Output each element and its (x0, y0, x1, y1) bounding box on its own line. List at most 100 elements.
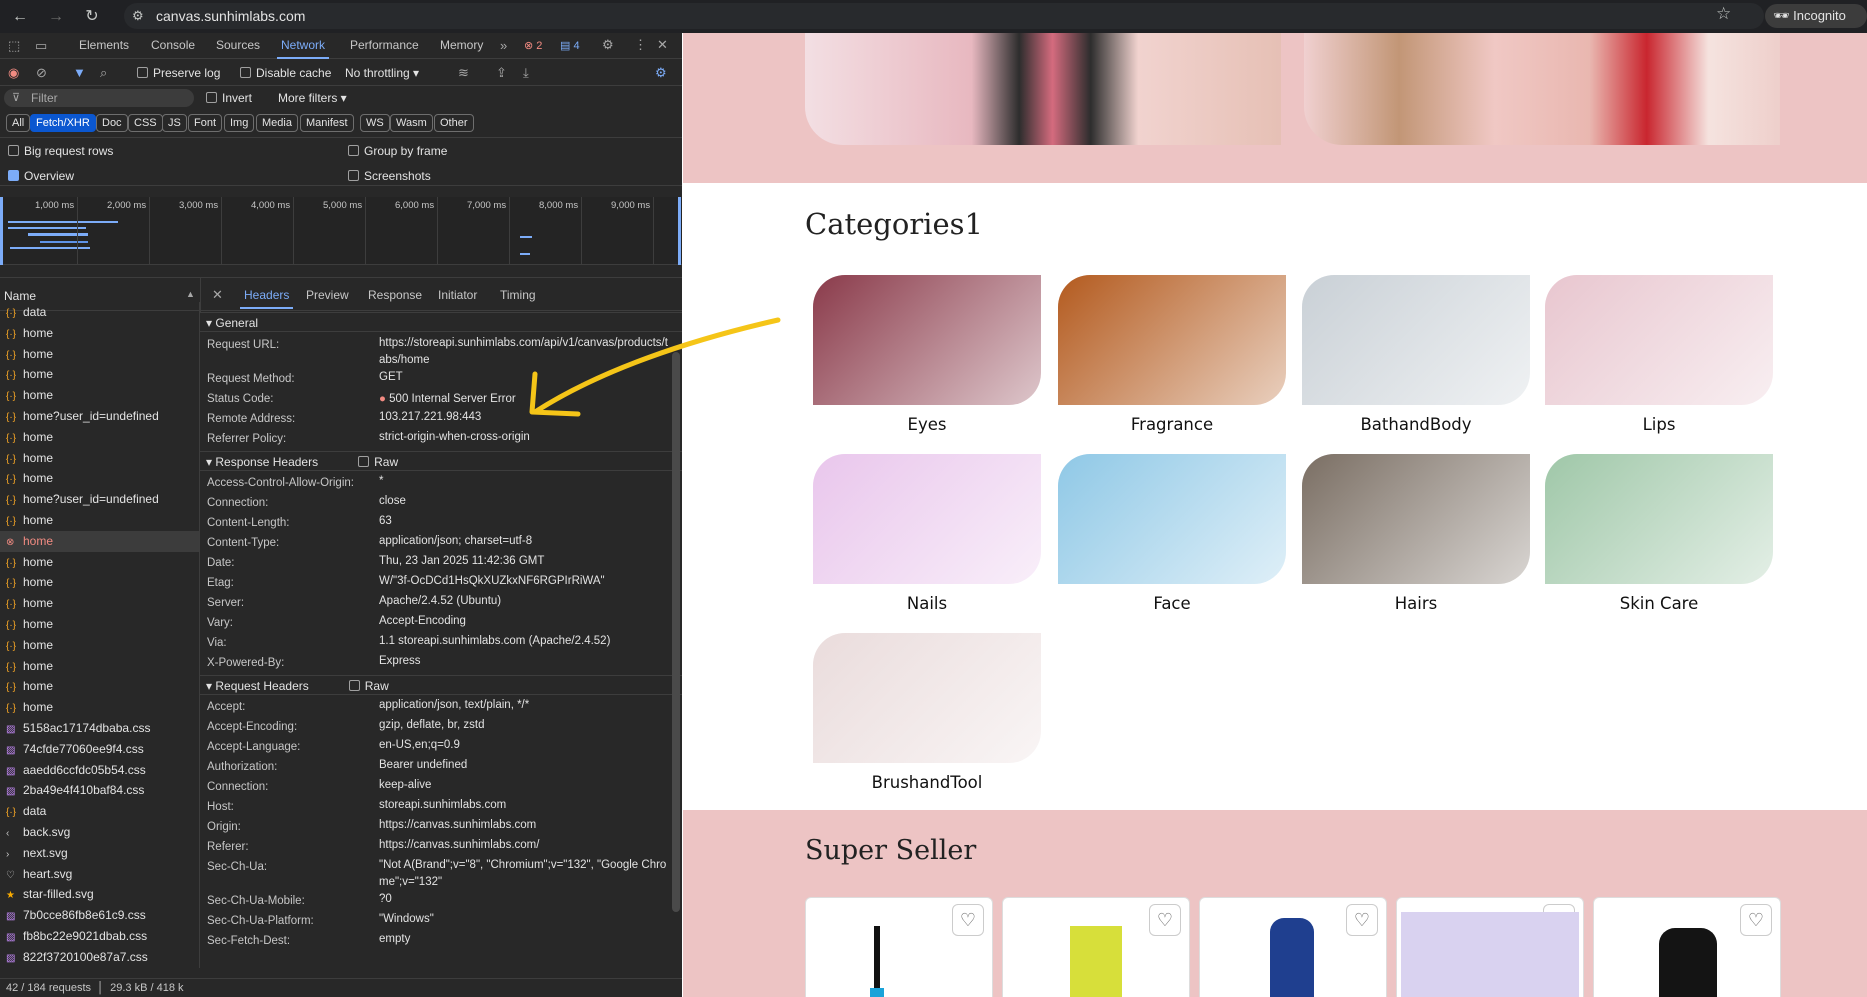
header-value[interactable]: Bearer undefined (379, 757, 669, 777)
header-value[interactable]: close (379, 493, 669, 513)
request-row[interactable]: ▨ 5158ac17174dbaba.css (0, 718, 199, 739)
more-filters-dropdown[interactable]: More filters ▾ (278, 91, 347, 105)
banner-image-blush[interactable] (805, 33, 1281, 145)
checkbox[interactable] (348, 170, 359, 181)
checkbox[interactable] (8, 170, 19, 181)
header-value[interactable]: Express (379, 653, 669, 673)
header-value[interactable]: ?0 (379, 891, 669, 911)
general-section-header[interactable]: ▾ General (200, 312, 682, 332)
clear-icon[interactable]: ⊘ (36, 66, 47, 80)
request-row[interactable]: {·} data (0, 302, 199, 323)
checkbox[interactable] (137, 67, 148, 78)
header-value[interactable]: "Windows" (379, 911, 669, 931)
header-value[interactable]: en-US,en;q=0.9 (379, 737, 669, 757)
header-value[interactable]: W/"3f-OcDCd1HsQkXUZkxNF6RGPIrRiWA" (379, 573, 669, 593)
header-value[interactable]: 1.1 storeapi.sunhimlabs.com (Apache/2.4.… (379, 633, 669, 653)
category-card-lips[interactable]: Lips (1545, 275, 1773, 434)
header-value[interactable]: GET (379, 369, 669, 389)
product-card[interactable]: ♡ (1593, 897, 1781, 997)
header-value[interactable]: https://storeapi.sunhimlabs.com/api/v1/c… (379, 335, 669, 369)
group-by-frame-checkbox[interactable]: Group by frame (348, 144, 447, 158)
request-headers-section-header[interactable]: ▾ Request Headers Raw (200, 675, 682, 695)
type-filter-img[interactable]: Img (224, 114, 255, 132)
category-image[interactable] (1058, 454, 1286, 584)
import-har-icon[interactable]: ⇪ (496, 66, 507, 80)
header-value[interactable]: Thu, 23 Jan 2025 11:42:36 GMT (379, 553, 669, 573)
reload-icon[interactable]: ↻ (81, 6, 103, 28)
category-name[interactable]: BathandBody (1302, 415, 1530, 434)
bookmark-star-icon[interactable]: ☆ (1716, 4, 1731, 24)
type-filter-font[interactable]: Font (188, 114, 223, 132)
header-value[interactable]: storeapi.sunhimlabs.com (379, 797, 669, 817)
request-row[interactable]: {·} home (0, 364, 199, 385)
message-count-badge[interactable]: ▤ 4 (560, 39, 580, 53)
request-row[interactable]: ▨ 822f3720100e87a7.css (0, 947, 199, 968)
address-bar[interactable]: ⚙ canvas.sunhimlabs.com (124, 3, 1764, 29)
request-row[interactable]: ★ star-filled.svg (0, 884, 199, 905)
request-row[interactable]: {·} home (0, 656, 199, 677)
type-filter-wasm[interactable]: Wasm (390, 114, 433, 132)
category-card-bathandbody[interactable]: BathandBody (1302, 275, 1530, 434)
category-image[interactable] (1302, 275, 1530, 405)
request-row[interactable]: {·} home (0, 510, 199, 531)
header-value[interactable]: Accept-Encoding (379, 613, 669, 633)
header-value[interactable]: empty (379, 931, 669, 951)
overview-checkbox[interactable]: Overview (8, 169, 74, 183)
category-image[interactable] (1302, 454, 1530, 584)
product-card[interactable]: ♡ (1002, 897, 1190, 997)
detail-tab-timing[interactable]: Timing (500, 288, 536, 302)
category-name[interactable]: Nails (813, 594, 1041, 613)
category-image[interactable] (813, 633, 1041, 763)
product-card[interactable]: ♡ (1199, 897, 1387, 997)
tab-memory[interactable]: Memory (440, 38, 483, 52)
header-value[interactable]: strict-origin-when-cross-origin (379, 429, 669, 449)
category-name[interactable]: Lips (1545, 415, 1773, 434)
header-value[interactable]: application/json, text/plain, */* (379, 697, 669, 717)
type-filter-ws[interactable]: WS (360, 114, 390, 132)
header-value[interactable]: "Not A(Brand";v="8", "Chromium";v="132",… (379, 857, 669, 891)
request-row[interactable]: {·} home (0, 468, 199, 489)
tab-elements[interactable]: Elements (79, 38, 129, 52)
category-image[interactable] (1058, 275, 1286, 405)
heart-icon[interactable]: ♡ (1149, 904, 1181, 936)
back-icon[interactable]: ← (9, 6, 31, 28)
request-list[interactable]: {·} data {·} home {·} home {·} home {·} home {·} ho… (0, 302, 200, 968)
heart-icon[interactable]: ♡ (952, 904, 984, 936)
category-card-nails[interactable]: Nails (813, 454, 1041, 613)
category-card-eyes[interactable]: Eyes (813, 275, 1041, 434)
type-filter-js[interactable]: JS (162, 114, 187, 132)
raw-checkbox[interactable] (348, 680, 360, 691)
request-row[interactable]: {·} home (0, 344, 199, 365)
header-value[interactable]: https://canvas.sunhimlabs.com/ (379, 837, 669, 857)
header-value[interactable]: Apache/2.4.52 (Ubuntu) (379, 593, 669, 613)
response-headers-section-header[interactable]: ▾ Response Headers Raw (200, 451, 682, 471)
type-filter-manifest[interactable]: Manifest (300, 114, 354, 132)
big-rows-checkbox[interactable]: Big request rows (8, 144, 113, 158)
category-card-face[interactable]: Face (1058, 454, 1286, 613)
name-column-header[interactable]: Name (4, 289, 36, 303)
type-filter-doc[interactable]: Doc (96, 114, 128, 132)
request-row[interactable]: {·} home (0, 697, 199, 718)
heart-icon[interactable]: ♡ (1346, 904, 1378, 936)
settings-gear-icon[interactable]: ⚙ (602, 38, 614, 52)
close-devtools-icon[interactable]: ✕ (657, 38, 668, 52)
category-name[interactable]: Skin Care (1545, 594, 1773, 613)
type-filter-other[interactable]: Other (434, 114, 474, 132)
request-row[interactable]: ▨ aaedd6ccfdc05b54.css (0, 760, 199, 781)
product-card[interactable]: ♡ (805, 897, 993, 997)
type-filter-css[interactable]: CSS (128, 114, 163, 132)
detail-tab-headers[interactable]: Headers (239, 288, 294, 309)
category-name[interactable]: Fragrance (1058, 415, 1286, 434)
request-row[interactable]: {·} data (0, 801, 199, 822)
tab-network[interactable]: Network (276, 38, 330, 59)
request-row[interactable]: › next.svg (0, 843, 199, 864)
kebab-menu-icon[interactable]: ⋮ (634, 38, 647, 52)
checkbox[interactable] (206, 92, 217, 103)
request-row[interactable]: {·} home (0, 448, 199, 469)
throttling-select[interactable]: No throttling ▾ (345, 66, 419, 80)
checkbox[interactable] (8, 145, 19, 156)
search-icon[interactable]: ⌕ (100, 66, 107, 80)
request-row[interactable]: {·} home (0, 593, 199, 614)
device-toolbar-icon[interactable]: ▭ (35, 39, 47, 53)
error-count-badge[interactable]: ⊗ 2 (524, 39, 542, 53)
